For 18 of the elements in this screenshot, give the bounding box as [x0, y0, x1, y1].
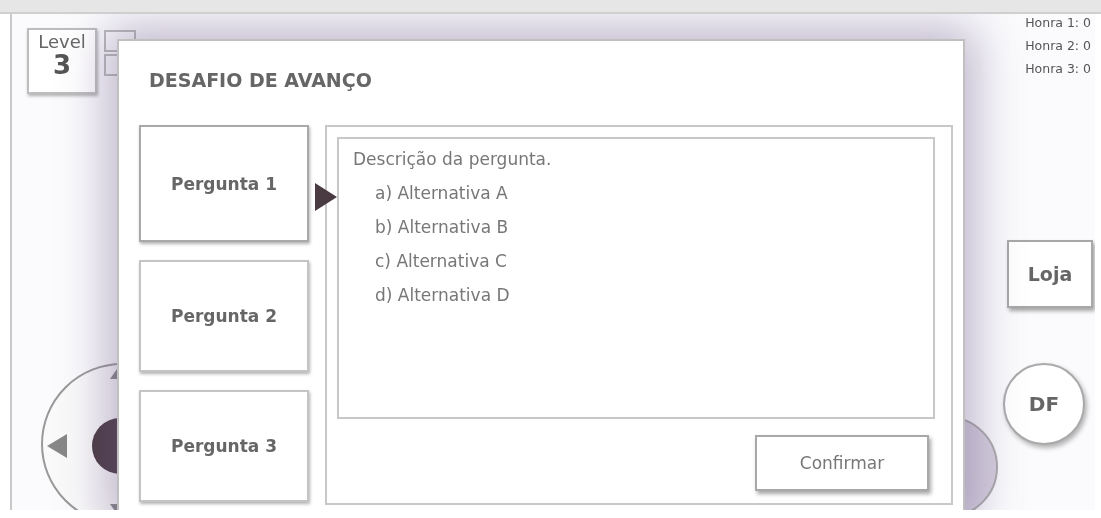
question-tab[interactable]: Pergunta 1 — [139, 125, 309, 242]
honor-counter: Honra 2: 0 — [1025, 37, 1091, 55]
honor-counter: Honra 3: 0 — [1025, 60, 1091, 78]
question-description: Descrição da pergunta. — [353, 149, 553, 169]
dialog-title: DESAFIO DE AVANÇO — [149, 69, 373, 93]
answer-option[interactable]: a) Alternativa A — [375, 183, 919, 203]
df-button[interactable]: DF — [1003, 363, 1085, 445]
answer-option[interactable]: b) Alternativa B — [375, 217, 919, 237]
shop-button[interactable]: Loja — [1007, 240, 1093, 308]
question-tab[interactable]: Pergunta 3 — [139, 390, 309, 502]
question-tab[interactable]: Pergunta 2 — [139, 260, 309, 372]
honor-counter: Honra 1: 0 — [1025, 14, 1091, 32]
level-value: 3 — [52, 52, 72, 78]
answer-option[interactable]: c) Alternativa C — [375, 251, 919, 271]
pointer-icon — [313, 183, 337, 211]
confirm-button[interactable]: Confirmar — [755, 435, 929, 491]
answer-option[interactable]: d) Alternativa D — [375, 285, 919, 305]
level-label: Level — [38, 32, 86, 52]
